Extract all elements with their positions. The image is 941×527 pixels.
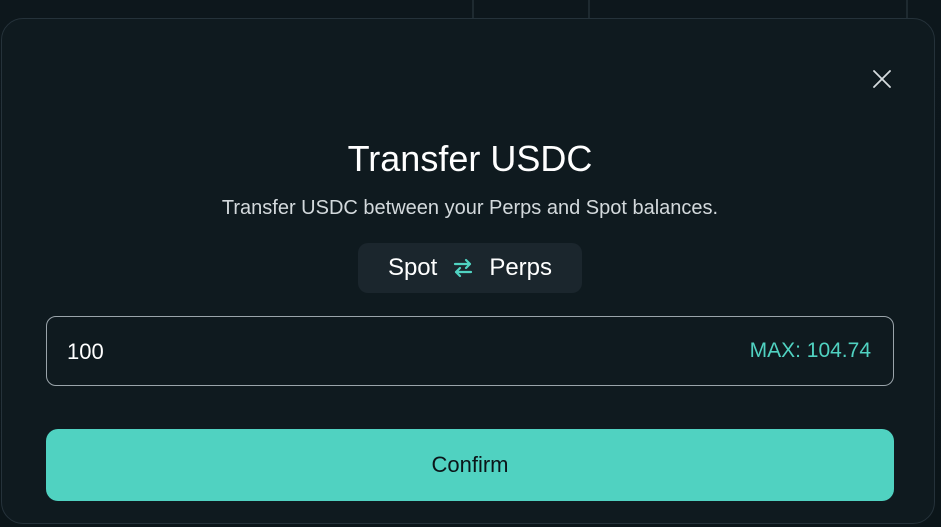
close-icon <box>873 70 891 88</box>
amount-field: MAX: 104.74 <box>46 316 894 387</box>
backdrop-divider <box>588 0 590 20</box>
transfer-direction-toggle[interactable]: Spot Perps <box>358 243 582 293</box>
swap-arrows-icon[interactable] <box>451 256 475 280</box>
modal-subtitle: Transfer USDC between your Perps and Spo… <box>221 197 719 219</box>
transfer-modal: Transfer USDC Transfer USDC between your… <box>1 18 935 524</box>
backdrop-divider <box>906 0 908 20</box>
amount-input[interactable] <box>65 317 669 387</box>
max-amount-button[interactable]: MAX: 104.74 <box>750 339 871 363</box>
modal-title: Transfer USDC <box>347 138 593 179</box>
confirm-button[interactable]: Confirm <box>46 429 894 501</box>
close-button[interactable] <box>869 66 895 92</box>
backdrop-divider <box>472 0 474 20</box>
from-balance-label: Spot <box>387 254 438 281</box>
to-balance-label: Perps <box>489 254 553 281</box>
